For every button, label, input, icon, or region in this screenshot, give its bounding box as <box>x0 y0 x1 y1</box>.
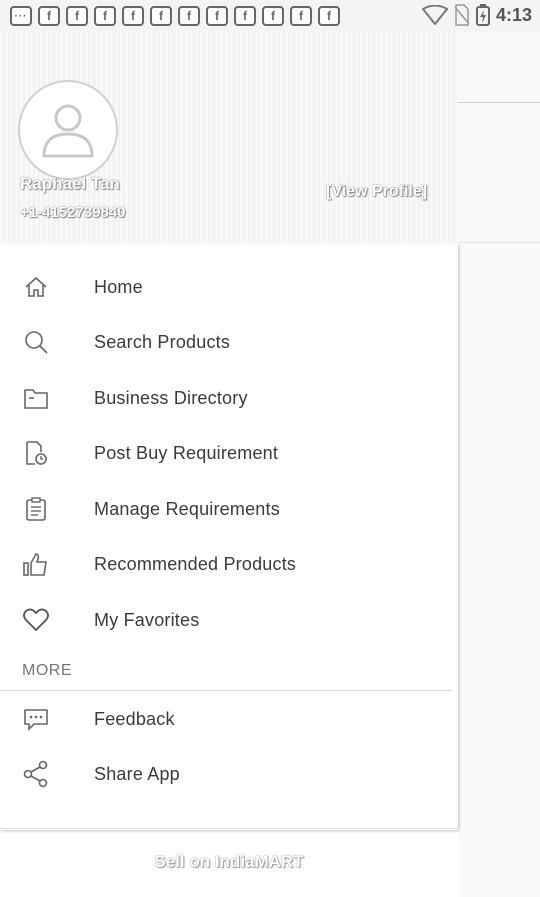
wifi-icon <box>421 5 448 25</box>
clipboard-icon <box>22 495 50 523</box>
notification-icons: ··· f f f f f f f f f f f <box>0 6 340 26</box>
clock: 4:13 <box>495 4 532 25</box>
folder-icon <box>22 384 50 412</box>
heart-icon <box>22 606 50 634</box>
menu-item-my-favorites[interactable]: My Favorites <box>0 592 450 648</box>
menu-item-share-app[interactable]: Share App <box>0 746 450 802</box>
menu-item-label: My Favorites <box>94 609 200 630</box>
menu-item-feedback[interactable]: Feedback <box>0 691 450 747</box>
battery-charging-icon <box>475 4 490 26</box>
menu-item-business-directory[interactable]: Business Directory <box>0 370 450 426</box>
no-sim-icon <box>454 4 470 26</box>
message-icon: ··· <box>10 6 32 26</box>
facebook-icon: f <box>206 6 228 26</box>
facebook-icon: f <box>122 6 144 26</box>
user-icon <box>42 104 94 158</box>
facebook-icon: f <box>318 6 340 26</box>
divider <box>458 242 540 243</box>
chat-icon <box>22 705 50 733</box>
menu-item-label: Home <box>94 276 143 297</box>
divider <box>458 102 540 103</box>
menu-item-label: Post Buy Requirement <box>94 442 279 463</box>
thumbs-up-icon <box>22 550 50 578</box>
facebook-icon: f <box>262 6 284 26</box>
menu-item-label: Manage Requirements <box>94 498 280 519</box>
facebook-icon: f <box>94 6 116 26</box>
user-phone: +1-4152739840 <box>20 204 126 221</box>
status-indicators: 4:13 <box>421 4 532 26</box>
menu-item-label: Share App <box>94 763 180 784</box>
menu-item-label: Business Directory <box>94 387 248 408</box>
facebook-icon: f <box>66 6 88 26</box>
share-icon <box>22 760 50 788</box>
facebook-icon: f <box>38 6 60 26</box>
facebook-icon: f <box>150 6 172 26</box>
menu-item-recommended-products[interactable]: Recommended Products <box>0 536 450 592</box>
document-clock-icon <box>22 439 50 467</box>
navigation-drawer: Home Search Products Business Directory … <box>0 244 458 830</box>
menu-item-label: Recommended Products <box>94 553 297 574</box>
menu-item-home[interactable]: Home <box>0 259 450 315</box>
status-bar: ··· f f f f f f f f f f f 4:13 <box>0 0 540 33</box>
divider <box>0 828 458 829</box>
menu-item-manage-requirements[interactable]: Manage Requirements <box>0 481 450 537</box>
section-header-more: MORE <box>22 662 72 679</box>
facebook-icon: f <box>178 6 200 26</box>
menu-item-label: Feedback <box>94 708 175 729</box>
avatar[interactable] <box>18 80 118 180</box>
user-name: Raphael Tan <box>20 174 120 193</box>
home-icon <box>22 273 50 301</box>
sell-on-indiamart-link[interactable]: Sell on IndiaMART <box>0 852 458 872</box>
facebook-icon: f <box>290 6 312 26</box>
background-content <box>458 32 540 897</box>
menu-item-search-products[interactable]: Search Products <box>0 314 450 370</box>
facebook-icon: f <box>234 6 256 26</box>
menu-item-post-buy-requirement[interactable]: Post Buy Requirement <box>0 425 450 481</box>
menu-item-label: Search Products <box>94 331 231 352</box>
search-icon <box>22 328 50 356</box>
view-profile-link[interactable]: [View Profile] <box>326 183 427 201</box>
